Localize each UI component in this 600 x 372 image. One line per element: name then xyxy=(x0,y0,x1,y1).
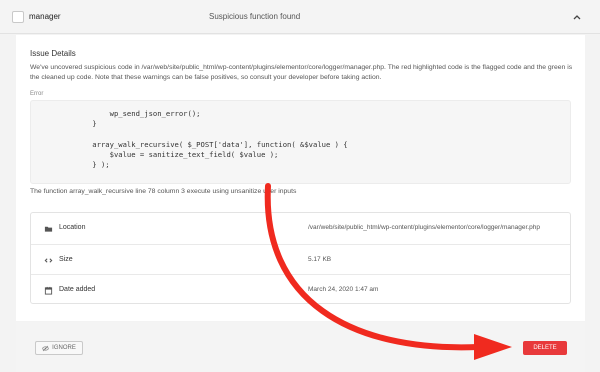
meta-row-location: Location /var/web/site/public_html/wp-co… xyxy=(31,213,570,244)
details-title: Issue Details xyxy=(30,49,76,58)
location-label: Location xyxy=(59,224,86,231)
function-note: The function array_walk_recursive line 7… xyxy=(30,188,297,195)
delete-button-label: DELETE xyxy=(533,345,557,351)
issue-header[interactable]: manager Suspicious function found xyxy=(0,0,600,34)
file-name: manager xyxy=(29,12,61,21)
meta-row-date: Date added March 24, 2020 1:47 am xyxy=(31,274,570,305)
code-snippet: wp_send_json_error(); } array_walk_recur… xyxy=(92,109,348,170)
date-value: March 24, 2020 1:47 am xyxy=(308,286,379,293)
size-value: 5.17 KB xyxy=(308,256,332,263)
issue-status-label: Suspicious function found xyxy=(209,12,301,21)
chevron-up-icon[interactable] xyxy=(572,12,582,22)
code-icon xyxy=(44,258,53,263)
location-value: /var/web/site/public_html/wp-content/plu… xyxy=(308,224,540,231)
actions-footer: IGNORE DELETE xyxy=(16,322,585,372)
details-description: We've uncovered suspicious code in /var/… xyxy=(30,64,573,81)
ignore-button-label: IGNORE xyxy=(52,345,76,351)
file-meta-table: Location /var/web/site/public_html/wp-co… xyxy=(30,212,571,304)
select-checkbox[interactable] xyxy=(12,11,24,23)
delete-button[interactable]: DELETE xyxy=(523,341,567,355)
error-label: Error xyxy=(30,91,44,97)
folder-icon xyxy=(44,226,53,232)
size-label: Size xyxy=(59,256,73,263)
issue-details-panel: Issue Details We've uncovered suspicious… xyxy=(16,35,585,321)
ignore-button[interactable]: IGNORE xyxy=(35,341,83,355)
code-block: wp_send_json_error(); } array_walk_recur… xyxy=(30,100,571,184)
date-label: Date added xyxy=(59,286,96,293)
issue-card: manager Suspicious function found Issue … xyxy=(0,0,600,372)
eye-slash-icon xyxy=(42,345,49,351)
calendar-icon xyxy=(44,286,53,295)
meta-row-size: Size 5.17 KB xyxy=(31,244,570,275)
